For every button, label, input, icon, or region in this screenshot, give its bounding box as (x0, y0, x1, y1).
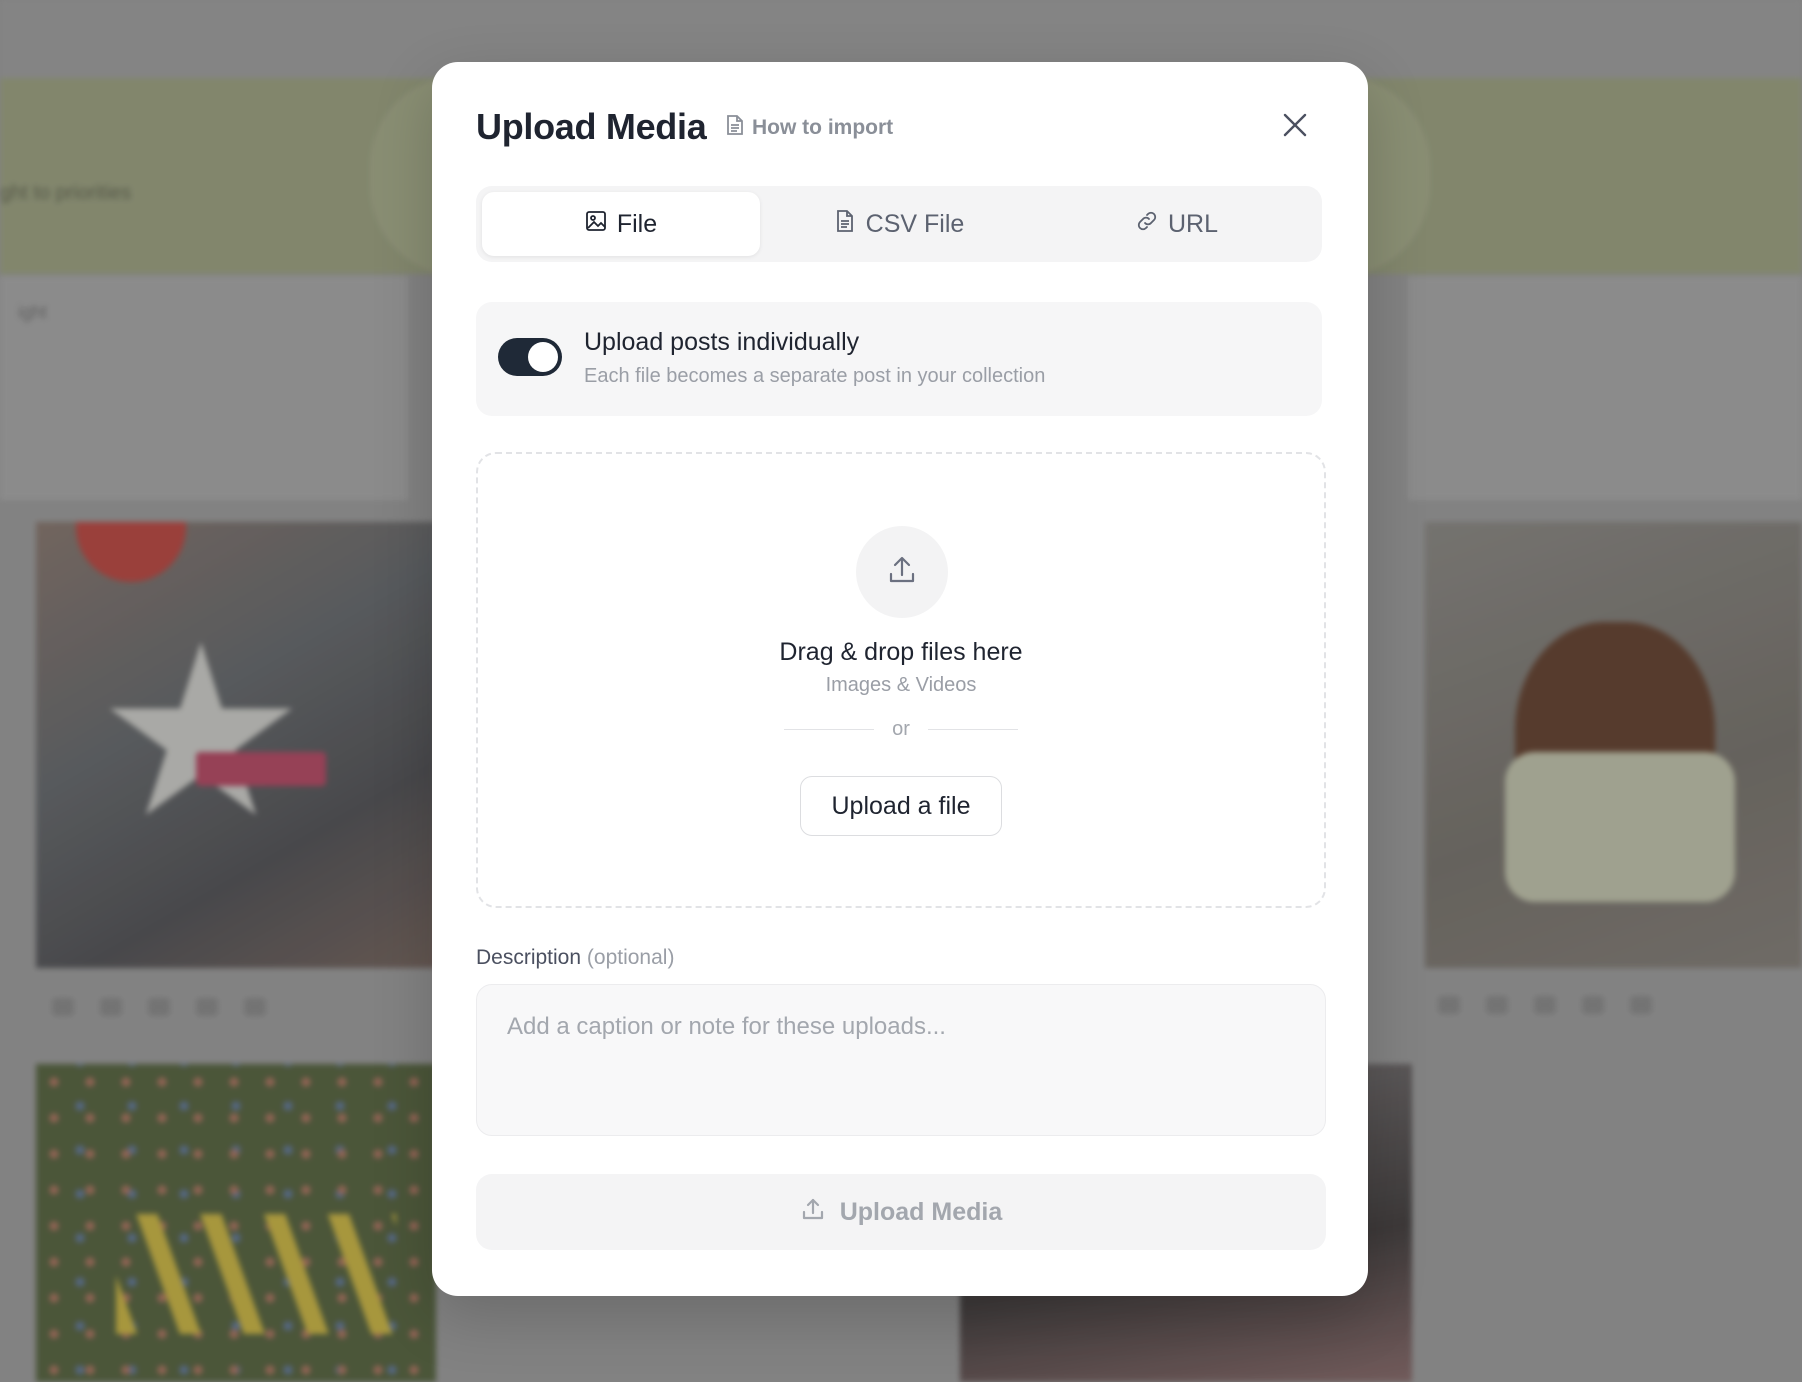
file-dropzone[interactable]: Drag & drop files here Images & Videos o… (476, 452, 1326, 908)
upload-icon-badge (856, 526, 948, 618)
upload-icon (886, 554, 918, 591)
optional-text: (optional) (586, 946, 675, 969)
image-icon (585, 210, 607, 239)
how-to-import-link[interactable]: How to import (726, 114, 893, 142)
document-icon (726, 114, 744, 142)
tab-file[interactable]: File (482, 192, 760, 256)
tab-file-label: File (616, 209, 658, 238)
tab-url[interactable]: URL (1038, 192, 1316, 256)
toggle-knob (528, 342, 558, 372)
close-button[interactable] (1278, 110, 1312, 144)
dropzone-subtitle: Images & Videos (825, 674, 977, 696)
description-label: Description (optional) (476, 946, 674, 970)
upload-media-modal: Upload Media How to import File CSV File (432, 62, 1368, 1296)
description-input[interactable] (476, 984, 1326, 1136)
divider-line (784, 729, 875, 730)
toggle-title: Upload posts individually (584, 328, 860, 356)
or-divider: or (784, 718, 1019, 741)
description-label-text: Description (476, 946, 582, 969)
tab-csv-file-label: CSV File (865, 209, 965, 238)
how-to-import-label: How to import (752, 116, 894, 139)
upload-individually-toggle[interactable] (498, 338, 562, 376)
upload-source-tabs: File CSV File URL (476, 186, 1322, 262)
upload-a-file-button[interactable]: Upload a file (800, 776, 1002, 836)
modal-title: Upload Media (476, 106, 707, 147)
toggle-description: Each file becomes a separate post in you… (584, 365, 1046, 387)
tab-url-label: URL (1167, 209, 1218, 238)
divider-line (927, 729, 1019, 730)
document-icon (834, 209, 856, 239)
or-text: or (892, 718, 910, 740)
close-icon (1282, 112, 1308, 143)
upload-media-button-label: Upload Media (839, 1197, 1003, 1226)
upload-media-button[interactable]: Upload Media (476, 1174, 1326, 1250)
upload-individually-card (476, 302, 1322, 416)
dropzone-title: Drag & drop files here (779, 638, 1023, 666)
link-icon (1136, 210, 1158, 239)
tab-csv-file[interactable]: CSV File (760, 192, 1038, 256)
upload-icon (800, 1196, 826, 1229)
